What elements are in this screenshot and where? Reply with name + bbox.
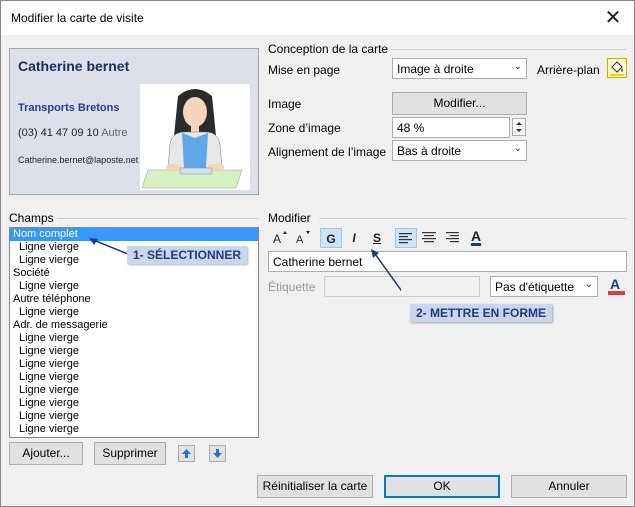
design-divider	[391, 49, 627, 50]
title-bar: Modifier la carte de visite ✕	[1, 1, 634, 35]
list-item[interactable]: Ligne vierge	[10, 423, 258, 436]
fields-divider	[57, 218, 259, 219]
list-item[interactable]: Ligne vierge	[10, 332, 258, 345]
image-label: Image	[268, 97, 302, 111]
chevron-down-icon: ⌄	[513, 61, 522, 72]
label-color-button[interactable]: A	[606, 275, 627, 297]
edit-divider	[319, 218, 627, 219]
card-preview: Catherine bernet Transports Bretons (03)…	[9, 48, 259, 195]
fields-section-title: Champs	[9, 211, 54, 225]
chevron-down-icon: ⌄	[513, 143, 522, 154]
label-select-value: Pas d'étiquette	[495, 280, 575, 294]
move-down-button[interactable]	[209, 445, 226, 462]
list-item[interactable]: Ligne vierge	[10, 410, 258, 423]
align-right-button[interactable]	[441, 228, 463, 248]
business-card-dialog: Modifier la carte de visite ✕ Catherine …	[0, 0, 635, 507]
card-company: Transports Bretons	[18, 102, 120, 114]
design-section-title: Conception de la carte	[268, 42, 389, 56]
card-phone-label: Autre	[101, 127, 128, 139]
align-label: Alignement de l’image	[268, 145, 387, 159]
format-callout: 2- METTRE EN FORME	[410, 304, 553, 322]
align-select[interactable]: Bas à droite ⌄	[392, 140, 527, 161]
zone-input[interactable]: 48 %	[392, 117, 510, 138]
zone-label: Zone d’image	[268, 121, 341, 135]
card-portrait-image	[140, 84, 250, 190]
card-email: Catherine.bernet@laposte.net	[18, 155, 139, 165]
list-item[interactable]: Ligne vierge	[10, 345, 258, 358]
move-up-button[interactable]	[178, 445, 195, 462]
cancel-button[interactable]: Annuler	[511, 475, 627, 498]
spin-arrows-icon	[516, 122, 522, 132]
ok-button[interactable]: OK	[384, 475, 500, 498]
modify-image-button[interactable]: Modifier...	[392, 92, 527, 115]
list-item[interactable]: Ligne vierge	[10, 371, 258, 384]
add-field-button[interactable]: Ajouter...	[9, 442, 83, 465]
list-item[interactable]: Ligne vierge	[10, 397, 258, 410]
delete-field-button[interactable]: Supprimer	[94, 442, 166, 465]
paint-bucket-icon	[610, 61, 624, 76]
arrow-down-icon	[213, 449, 222, 458]
arrow-up-icon	[182, 449, 191, 458]
close-icon[interactable]: ✕	[600, 5, 626, 31]
zone-spinner[interactable]	[512, 118, 526, 136]
window-title: Modifier la carte de visite	[11, 11, 144, 25]
edit-section-title: Modifier	[268, 211, 311, 225]
reset-card-button[interactable]: Réinitialiser la carte	[257, 475, 373, 498]
list-item[interactable]: Ligne vierge	[10, 384, 258, 397]
align-center-button[interactable]	[418, 228, 440, 248]
align-right-icon	[446, 232, 459, 243]
background-color-button[interactable]	[607, 58, 627, 78]
card-phone: (03) 41 47 09 10 Autre	[18, 127, 127, 139]
callout-arrows	[89, 238, 401, 292]
font-color-button[interactable]: A	[465, 226, 487, 246]
layout-select[interactable]: Image à droite ⌄	[392, 58, 527, 79]
label-select[interactable]: Pas d'étiquette ⌄	[490, 276, 598, 297]
chevron-down-icon: ⌄	[584, 279, 593, 290]
background-label: Arrière-plan	[537, 63, 600, 77]
card-phone-number: (03) 41 47 09 10	[18, 127, 99, 139]
svg-text:A: A	[610, 276, 620, 292]
layout-select-value: Image à droite	[397, 62, 474, 76]
select-callout: 1- SÉLECTIONNER	[127, 246, 248, 264]
card-name: Catherine bernet	[18, 58, 130, 74]
font-color-icon: A	[608, 276, 625, 295]
align-center-icon	[422, 232, 436, 243]
layout-label: Mise en page	[268, 63, 341, 77]
list-item[interactable]: Ligne vierge	[10, 358, 258, 371]
align-select-value: Bas à droite	[397, 144, 462, 158]
